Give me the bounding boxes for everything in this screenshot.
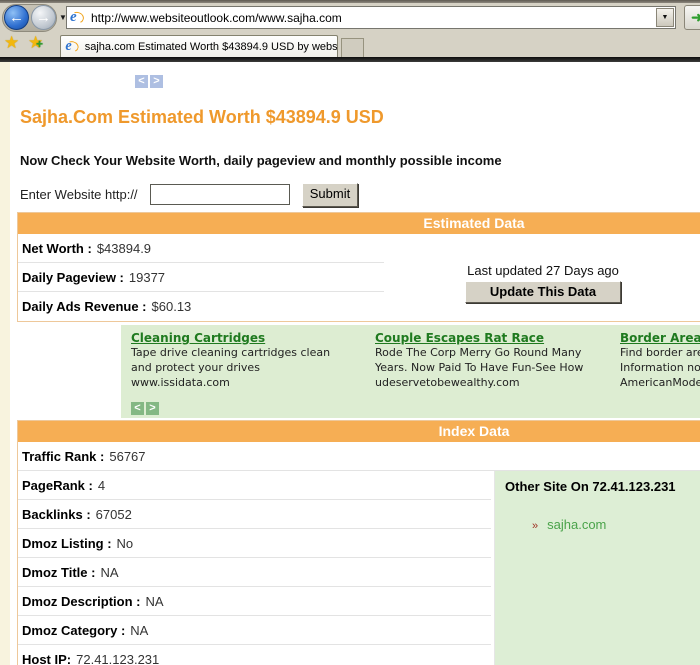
ad-text-line: Find border area ru [620, 345, 700, 360]
ie-page-icon: e [70, 10, 86, 26]
estimated-data-table: Estimated Data Net Worth : $43894.9 Daily… [17, 212, 700, 322]
tab-toolbar: ★ ★ + e sajha.com Estimated Worth $43894… [0, 33, 700, 57]
tab-favicon: e [65, 39, 79, 54]
update-panel: Last updated 27 Days ago Update This Dat… [463, 263, 623, 303]
top-ad-pager: < > [135, 75, 163, 88]
next-arrow-icon[interactable]: > [146, 402, 159, 415]
new-tab-stub[interactable] [341, 38, 364, 57]
dmoz-description-label: Dmoz Description : [22, 594, 140, 609]
website-input[interactable] [150, 184, 290, 205]
dmoz-title-value: NA [100, 565, 118, 580]
back-button[interactable]: ← [4, 5, 29, 30]
traffic-rank-row: Traffic Rank : 56767 [18, 442, 700, 471]
daily-ads-revenue-value: $60.13 [152, 299, 192, 314]
favorites-star-icon[interactable]: ★ [4, 33, 19, 53]
traffic-rank-value: 56767 [109, 449, 145, 464]
go-icon[interactable]: ➜ [684, 5, 700, 30]
arrow-bullet-icon: » [532, 520, 538, 532]
other-site-item: » sajha.com [532, 517, 700, 532]
ad-link[interactable]: Couple Escapes Rat Race [375, 331, 615, 345]
other-sites-panel: Other Site On 72.41.123.231 » sajha.com [494, 471, 700, 665]
page-left-margin [0, 62, 10, 665]
browser-chrome: ← → ▼ e http://www.websiteoutlook.com/ww… [0, 0, 700, 57]
ad-item: Cleaning Cartridges Tape drive cleaning … [131, 331, 371, 390]
add-favorite-icon[interactable]: ★ + [28, 33, 43, 53]
backlinks-value: 67052 [96, 507, 132, 522]
ad-text-line: Tape drive cleaning cartridges clean [131, 345, 371, 360]
ad-domain: AmericanModernLiv [620, 375, 700, 390]
dmoz-listing-value: No [117, 536, 134, 551]
ad-text-line: and protect your drives [131, 360, 371, 375]
url-text: http://www.websiteoutlook.com/www.sajha.… [91, 11, 342, 25]
dmoz-listing-label: Dmoz Listing : [22, 536, 112, 551]
daily-pageview-value: 19377 [129, 270, 165, 285]
ad-text-line: Information now. [620, 360, 700, 375]
ad-domain: www.issidata.com [131, 375, 371, 390]
daily-ads-revenue-label: Daily Ads Revenue : [22, 299, 147, 314]
ad-text-line: Rode The Corp Merry Go Round Many [375, 345, 615, 360]
net-worth-value: $43894.9 [97, 241, 151, 256]
daily-pageview-label: Daily Pageview : [22, 270, 124, 285]
forward-button[interactable]: → [31, 5, 56, 30]
ad-text-line: Years. Now Paid To Have Fun-See How [375, 360, 615, 375]
traffic-rank-label: Traffic Rank : [22, 449, 104, 464]
ad-link[interactable]: Border Area Rug [620, 331, 700, 345]
prev-arrow-icon[interactable]: < [135, 75, 148, 88]
ad-domain: udeservetobewealthy.com [375, 375, 615, 390]
update-data-button[interactable]: Update This Data [465, 281, 621, 303]
dmoz-category-value: NA [130, 623, 148, 638]
bottom-ad-pager: < > [131, 402, 159, 415]
last-updated-text: Last updated 27 Days ago [463, 263, 623, 278]
ad-link[interactable]: Cleaning Cartridges [131, 331, 371, 345]
page-title: Sajha.Com Estimated Worth $43894.9 USD [20, 107, 384, 128]
prev-arrow-icon[interactable]: < [131, 402, 144, 415]
ad-item: Border Area Rug Find border area ru Info… [620, 331, 700, 390]
host-ip-label: Host IP: [22, 652, 71, 665]
backlinks-label: Backlinks : [22, 507, 91, 522]
index-data-header: Index Data [18, 421, 700, 442]
net-worth-label: Net Worth : [22, 241, 92, 256]
address-dropdown-button[interactable]: ▼ [656, 8, 674, 27]
page-subtitle: Now Check Your Website Worth, daily page… [20, 153, 502, 168]
next-arrow-icon[interactable]: > [150, 75, 163, 88]
plus-icon: + [36, 37, 43, 51]
other-site-link[interactable]: sajha.com [547, 517, 606, 532]
pagerank-value: 4 [98, 478, 105, 493]
dmoz-description-value: NA [145, 594, 163, 609]
ads-banner: Cleaning Cartridges Tape drive cleaning … [121, 325, 700, 418]
tab-title: sajha.com Estimated Worth $43894.9 USD b… [85, 41, 337, 53]
other-sites-title: Other Site On 72.41.123.231 [505, 479, 700, 494]
net-worth-row: Net Worth : $43894.9 [18, 234, 700, 263]
dmoz-title-label: Dmoz Title : [22, 565, 95, 580]
submit-button[interactable]: Submit [302, 183, 358, 207]
navigation-toolbar: ← → ▼ e http://www.websiteoutlook.com/ww… [0, 3, 700, 33]
address-bar[interactable]: e http://www.websiteoutlook.com/www.sajh… [66, 6, 676, 29]
pagerank-label: PageRank : [22, 478, 93, 493]
ad-item: Couple Escapes Rat Race Rode The Corp Me… [375, 331, 615, 390]
browser-tab[interactable]: e sajha.com Estimated Worth $43894.9 USD… [60, 35, 338, 57]
website-input-label: Enter Website http:// [20, 187, 138, 202]
webpage: < > Sajha.Com Estimated Worth $43894.9 U… [0, 62, 700, 665]
index-data-table: Index Data Traffic Rank : 56767 PageRank … [17, 420, 700, 665]
host-ip-value: 72.41.123.231 [76, 652, 159, 665]
browser-window: ← → ▼ e http://www.websiteoutlook.com/ww… [0, 0, 700, 665]
dmoz-category-label: Dmoz Category : [22, 623, 125, 638]
estimated-data-header: Estimated Data [18, 213, 700, 234]
page-content: < > Sajha.Com Estimated Worth $43894.9 U… [17, 62, 700, 665]
